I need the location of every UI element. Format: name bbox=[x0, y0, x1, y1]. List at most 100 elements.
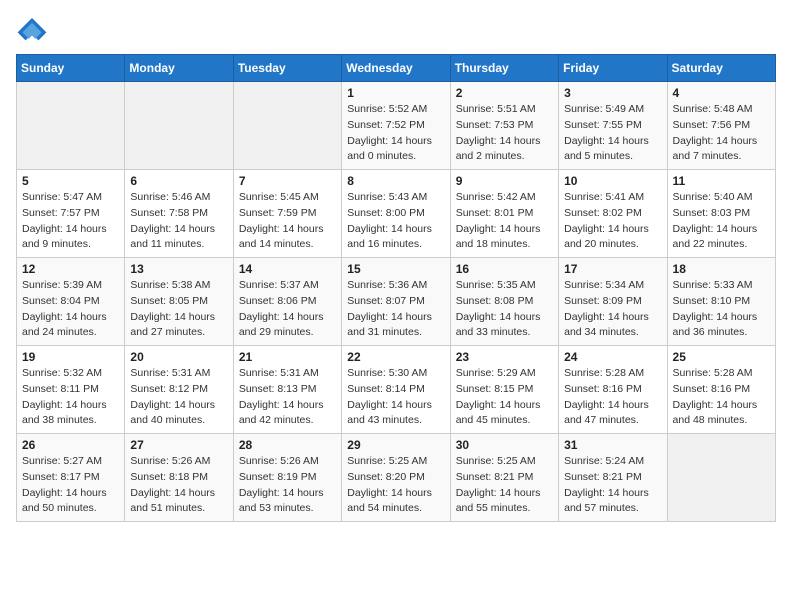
day-number: 10 bbox=[564, 174, 661, 188]
day-info: Sunrise: 5:34 AM Sunset: 8:09 PM Dayligh… bbox=[564, 278, 661, 341]
day-info: Sunrise: 5:28 AM Sunset: 8:16 PM Dayligh… bbox=[673, 366, 770, 429]
week-row-4: 26Sunrise: 5:27 AM Sunset: 8:17 PM Dayli… bbox=[17, 434, 776, 522]
day-info: Sunrise: 5:46 AM Sunset: 7:58 PM Dayligh… bbox=[130, 190, 227, 253]
day-number: 2 bbox=[456, 86, 553, 100]
day-cell: 6 Sunrise: 5:46 AM Sunset: 7:58 PM Daylig… bbox=[125, 170, 233, 258]
week-row-2: 12 Sunrise: 5:39 AM Sunset: 8:04 PM Dayli… bbox=[17, 258, 776, 346]
day-number: 1 bbox=[347, 86, 444, 100]
day-cell: 23 Sunrise: 5:29 AM Sunset: 8:15 PM Dayli… bbox=[450, 346, 558, 434]
day-cell: 10 Sunrise: 5:41 AM Sunset: 8:02 PM Dayli… bbox=[559, 170, 667, 258]
header-cell-wednesday: Wednesday bbox=[342, 55, 450, 82]
day-info: Sunrise: 5:40 AM Sunset: 8:03 PM Dayligh… bbox=[673, 190, 770, 253]
day-number: 14 bbox=[239, 262, 336, 276]
day-info: Sunrise: 5:29 AM Sunset: 8:15 PM Dayligh… bbox=[456, 366, 553, 429]
header-cell-friday: Friday bbox=[559, 55, 667, 82]
header-cell-saturday: Saturday bbox=[667, 55, 775, 82]
week-row-3: 19Sunrise: 5:32 AM Sunset: 8:11 PM Dayli… bbox=[17, 346, 776, 434]
day-number: 15 bbox=[347, 262, 444, 276]
day-cell: 5 Sunrise: 5:47 AM Sunset: 7:57 PM Daylig… bbox=[17, 170, 125, 258]
day-number: 11 bbox=[673, 174, 770, 188]
day-info: Sunrise: 5:36 AM Sunset: 8:07 PM Dayligh… bbox=[347, 278, 444, 341]
page-header bbox=[16, 16, 776, 44]
day-number: 21 bbox=[239, 350, 336, 364]
day-cell: 9 Sunrise: 5:42 AM Sunset: 8:01 PM Daylig… bbox=[450, 170, 558, 258]
week-row-1: 5 Sunrise: 5:47 AM Sunset: 7:57 PM Daylig… bbox=[17, 170, 776, 258]
day-number: 27 bbox=[130, 438, 227, 452]
day-cell: 7 Sunrise: 5:45 AM Sunset: 7:59 PM Daylig… bbox=[233, 170, 341, 258]
day-info: Sunrise: 5:24 AM Sunset: 8:21 PM Dayligh… bbox=[564, 454, 661, 517]
day-cell bbox=[667, 434, 775, 522]
day-number: 24 bbox=[564, 350, 661, 364]
day-info: Sunrise: 5:30 AM Sunset: 8:14 PM Dayligh… bbox=[347, 366, 444, 429]
calendar-header: SundayMondayTuesdayWednesdayThursdayFrid… bbox=[17, 55, 776, 82]
day-cell: 4Sunrise: 5:48 AM Sunset: 7:56 PM Daylig… bbox=[667, 82, 775, 170]
day-info: Sunrise: 5:45 AM Sunset: 7:59 PM Dayligh… bbox=[239, 190, 336, 253]
day-info: Sunrise: 5:47 AM Sunset: 7:57 PM Dayligh… bbox=[22, 190, 119, 253]
day-number: 9 bbox=[456, 174, 553, 188]
day-cell: 29 Sunrise: 5:25 AM Sunset: 8:20 PM Dayli… bbox=[342, 434, 450, 522]
day-info: Sunrise: 5:37 AM Sunset: 8:06 PM Dayligh… bbox=[239, 278, 336, 341]
day-number: 13 bbox=[130, 262, 227, 276]
day-number: 12 bbox=[22, 262, 119, 276]
day-number: 17 bbox=[564, 262, 661, 276]
day-number: 16 bbox=[456, 262, 553, 276]
day-number: 20 bbox=[130, 350, 227, 364]
day-cell: 28 Sunrise: 5:26 AM Sunset: 8:19 PM Dayli… bbox=[233, 434, 341, 522]
day-cell: 27 Sunrise: 5:26 AM Sunset: 8:18 PM Dayli… bbox=[125, 434, 233, 522]
day-cell: 19Sunrise: 5:32 AM Sunset: 8:11 PM Dayli… bbox=[17, 346, 125, 434]
day-cell: 22Sunrise: 5:30 AM Sunset: 8:14 PM Dayli… bbox=[342, 346, 450, 434]
day-number: 31 bbox=[564, 438, 661, 452]
day-info: Sunrise: 5:43 AM Sunset: 8:00 PM Dayligh… bbox=[347, 190, 444, 253]
day-info: Sunrise: 5:26 AM Sunset: 8:19 PM Dayligh… bbox=[239, 454, 336, 517]
day-cell: 15 Sunrise: 5:36 AM Sunset: 8:07 PM Dayli… bbox=[342, 258, 450, 346]
calendar-table: SundayMondayTuesdayWednesdayThursdayFrid… bbox=[16, 54, 776, 522]
day-info: Sunrise: 5:42 AM Sunset: 8:01 PM Dayligh… bbox=[456, 190, 553, 253]
day-cell: 11 Sunrise: 5:40 AM Sunset: 8:03 PM Dayli… bbox=[667, 170, 775, 258]
day-cell: 12 Sunrise: 5:39 AM Sunset: 8:04 PM Dayli… bbox=[17, 258, 125, 346]
day-cell: 16Sunrise: 5:35 AM Sunset: 8:08 PM Dayli… bbox=[450, 258, 558, 346]
day-info: Sunrise: 5:28 AM Sunset: 8:16 PM Dayligh… bbox=[564, 366, 661, 429]
day-info: Sunrise: 5:41 AM Sunset: 8:02 PM Dayligh… bbox=[564, 190, 661, 253]
header-cell-sunday: Sunday bbox=[17, 55, 125, 82]
day-info: Sunrise: 5:39 AM Sunset: 8:04 PM Dayligh… bbox=[22, 278, 119, 341]
day-cell: 8Sunrise: 5:43 AM Sunset: 8:00 PM Daylig… bbox=[342, 170, 450, 258]
day-number: 23 bbox=[456, 350, 553, 364]
day-info: Sunrise: 5:49 AM Sunset: 7:55 PM Dayligh… bbox=[564, 102, 661, 165]
day-info: Sunrise: 5:25 AM Sunset: 8:21 PM Dayligh… bbox=[456, 454, 553, 517]
day-cell bbox=[233, 82, 341, 170]
day-info: Sunrise: 5:52 AM Sunset: 7:52 PM Dayligh… bbox=[347, 102, 444, 165]
day-number: 3 bbox=[564, 86, 661, 100]
header-row: SundayMondayTuesdayWednesdayThursdayFrid… bbox=[17, 55, 776, 82]
day-info: Sunrise: 5:26 AM Sunset: 8:18 PM Dayligh… bbox=[130, 454, 227, 517]
day-cell bbox=[17, 82, 125, 170]
day-cell: 17 Sunrise: 5:34 AM Sunset: 8:09 PM Dayli… bbox=[559, 258, 667, 346]
day-cell: 13 Sunrise: 5:38 AM Sunset: 8:05 PM Dayli… bbox=[125, 258, 233, 346]
header-cell-tuesday: Tuesday bbox=[233, 55, 341, 82]
day-number: 29 bbox=[347, 438, 444, 452]
day-number: 4 bbox=[673, 86, 770, 100]
day-cell: 25 Sunrise: 5:28 AM Sunset: 8:16 PM Dayli… bbox=[667, 346, 775, 434]
week-row-0: 1 Sunrise: 5:52 AM Sunset: 7:52 PM Daylig… bbox=[17, 82, 776, 170]
header-cell-monday: Monday bbox=[125, 55, 233, 82]
day-cell: 3 Sunrise: 5:49 AM Sunset: 7:55 PM Daylig… bbox=[559, 82, 667, 170]
day-number: 7 bbox=[239, 174, 336, 188]
day-cell: 31 Sunrise: 5:24 AM Sunset: 8:21 PM Dayli… bbox=[559, 434, 667, 522]
day-cell: 21Sunrise: 5:31 AM Sunset: 8:13 PM Dayli… bbox=[233, 346, 341, 434]
day-cell: 20 Sunrise: 5:31 AM Sunset: 8:12 PM Dayli… bbox=[125, 346, 233, 434]
calendar-body: 1 Sunrise: 5:52 AM Sunset: 7:52 PM Daylig… bbox=[17, 82, 776, 522]
day-number: 28 bbox=[239, 438, 336, 452]
day-cell: 2Sunrise: 5:51 AM Sunset: 7:53 PM Daylig… bbox=[450, 82, 558, 170]
day-info: Sunrise: 5:38 AM Sunset: 8:05 PM Dayligh… bbox=[130, 278, 227, 341]
day-info: Sunrise: 5:32 AM Sunset: 8:11 PM Dayligh… bbox=[22, 366, 119, 429]
day-cell: 26Sunrise: 5:27 AM Sunset: 8:17 PM Dayli… bbox=[17, 434, 125, 522]
day-cell: 14 Sunrise: 5:37 AM Sunset: 8:06 PM Dayli… bbox=[233, 258, 341, 346]
logo bbox=[16, 16, 52, 44]
day-number: 5 bbox=[22, 174, 119, 188]
day-number: 26 bbox=[22, 438, 119, 452]
day-number: 25 bbox=[673, 350, 770, 364]
day-number: 30 bbox=[456, 438, 553, 452]
day-info: Sunrise: 5:25 AM Sunset: 8:20 PM Dayligh… bbox=[347, 454, 444, 517]
day-cell: 18Sunrise: 5:33 AM Sunset: 8:10 PM Dayli… bbox=[667, 258, 775, 346]
day-number: 6 bbox=[130, 174, 227, 188]
day-info: Sunrise: 5:31 AM Sunset: 8:12 PM Dayligh… bbox=[130, 366, 227, 429]
